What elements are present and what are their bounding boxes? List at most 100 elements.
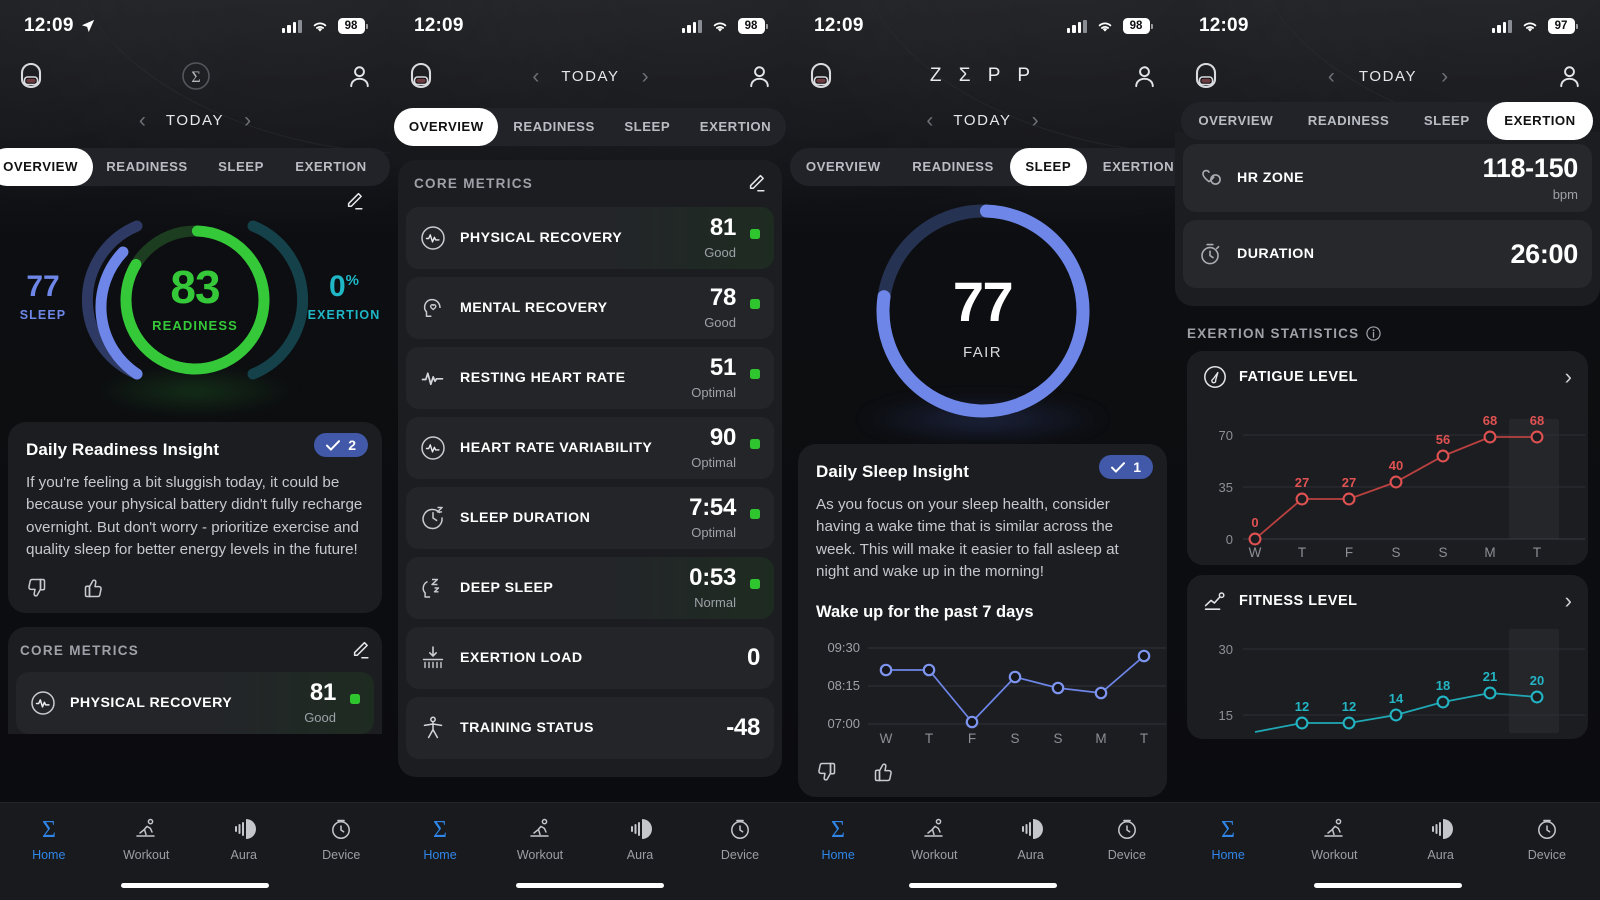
tab-readiness[interactable]: READINESS (1290, 102, 1406, 140)
sleep-side-stat[interactable]: 77 SLEEP (10, 272, 76, 323)
svg-text:M: M (1095, 731, 1106, 746)
nav-item-device[interactable]: Device (1079, 816, 1175, 862)
metric-row-sleep-duration[interactable]: SLEEP DURATION 7:54 Optimal (406, 487, 774, 549)
fatigue-level-card[interactable]: FATIGUE LEVEL › 70 35 0 0 27 27 40 56 68… (1187, 351, 1588, 565)
metric-row-exertion-load[interactable]: EXERTION LOAD 0 (406, 627, 774, 689)
status-clock-group: 12:09 (1199, 15, 1249, 37)
section-tabs: OVERVIEW READINESS SLEEP EXERTION (394, 108, 786, 146)
thumbs-down-icon[interactable] (816, 761, 838, 783)
nav-item-home[interactable]: Σ Home (390, 816, 490, 862)
core-metrics-section: CORE METRICS PHYSICAL RECOVERY 81 Good (8, 627, 382, 735)
current-date-label[interactable]: TODAY (953, 112, 1011, 129)
nav-item-aura[interactable]: Aura (590, 816, 690, 862)
exertion-load-icon (422, 646, 444, 669)
metric-row-physical-recovery[interactable]: PHYSICAL RECOVERY 81 Good (406, 207, 774, 269)
tab-sleep[interactable]: SLEEP (610, 108, 685, 146)
thumbs-up-icon[interactable] (82, 577, 104, 599)
nav-item-workout[interactable]: Workout (886, 816, 982, 862)
ring-battery-icon[interactable] (18, 62, 44, 90)
metric-row-training-status[interactable]: TRAINING STATUS -48 (406, 697, 774, 759)
tab-sleep[interactable]: SLEEP (1009, 148, 1087, 186)
tab-exertion[interactable]: EXERTION (685, 108, 786, 146)
nav-label: Aura (230, 848, 257, 862)
metric-row-mental-recovery[interactable]: MENTAL RECOVERY 78 Good (406, 277, 774, 339)
ring-battery-icon[interactable] (808, 62, 834, 90)
panel-sleep: 12:09 98 Z Σ P P ‹ TODAY › OVERVIEW READ… (790, 0, 1175, 900)
current-date-label[interactable]: TODAY (561, 68, 619, 85)
profile-icon[interactable] (747, 64, 772, 89)
edit-core-metrics-button[interactable] (351, 641, 370, 660)
check-icon (326, 439, 341, 451)
metric-row-heart-rate-variability[interactable]: HEART RATE VARIABILITY 90 Optimal (406, 417, 774, 479)
ytick-15: 15 (1219, 708, 1233, 723)
fatigue-card-chevron[interactable]: › (1565, 366, 1572, 388)
tab-readiness[interactable]: READINESS (93, 148, 201, 186)
ring-battery-icon[interactable] (1193, 62, 1219, 90)
insight-badge[interactable]: 1 (1099, 455, 1153, 479)
nav-item-home[interactable]: Σ Home (790, 816, 886, 862)
insight-badge[interactable]: 2 (314, 433, 368, 457)
nav-item-home[interactable]: Σ Home (1175, 816, 1281, 862)
edit-core-metrics-button[interactable] (747, 174, 766, 193)
tab-readiness[interactable]: READINESS (498, 108, 609, 146)
nav-item-workout[interactable]: Workout (1281, 816, 1387, 862)
tab-overview[interactable]: OVERVIEW (790, 148, 896, 186)
ring-battery-icon[interactable] (408, 62, 434, 90)
tab-exertion[interactable]: EXERTION (1486, 102, 1594, 140)
current-date-label[interactable]: TODAY (166, 112, 224, 129)
thumbs-down-icon[interactable] (26, 577, 48, 599)
exertion-side-stat[interactable]: 0% EXERTION (302, 272, 386, 323)
fitness-level-card[interactable]: FITNESS LEVEL › 30 15 12 12 14 18 21 20 (1187, 575, 1588, 739)
nav-item-aura[interactable]: Aura (195, 816, 293, 862)
watch-device-icon (1494, 816, 1600, 842)
tab-exertion[interactable]: EXERTION (1087, 148, 1175, 186)
profile-icon[interactable] (1132, 64, 1157, 89)
prev-day-button[interactable]: ‹ (926, 110, 933, 131)
fatigue-level-chart: 70 35 0 027 27 405668 68 W T F S S M T (1219, 413, 1585, 559)
exertion-summary-card: HR ZONE 118-150 bpm DURATION 26:00 (1175, 132, 1600, 306)
nav-item-device[interactable]: Device (293, 816, 391, 862)
fitness-card-chevron[interactable]: › (1565, 590, 1572, 612)
tab-sleep[interactable]: SLEEP (201, 148, 281, 186)
metric-row-physical-recovery[interactable]: PHYSICAL RECOVERY 81 Good (16, 672, 374, 735)
tab-overview[interactable]: OVERVIEW (0, 148, 93, 186)
metric-row-deep-sleep[interactable]: DEEP SLEEP 0:53 Normal (406, 557, 774, 619)
nav-item-workout[interactable]: Workout (490, 816, 590, 862)
fitness-data-labels: 12 12 14 18 21 20 (1295, 669, 1544, 714)
date-navigator: ‹ TODAY › (1328, 56, 1448, 96)
metric-row-resting-heart-rate[interactable]: RESTING HEART RATE 51 Optimal (406, 347, 774, 409)
tab-exertion[interactable]: EXERTION (281, 148, 381, 186)
nav-item-aura[interactable]: Aura (983, 816, 1079, 862)
nav-item-device[interactable]: Device (1494, 816, 1600, 862)
prev-day-button[interactable]: ‹ (139, 110, 146, 131)
profile-icon[interactable] (347, 64, 372, 89)
thumbs-up-icon[interactable] (872, 761, 894, 783)
edit-readiness-button[interactable] (345, 192, 364, 216)
current-date-label[interactable]: TODAY (1359, 68, 1417, 85)
status-indicators: 98 (681, 17, 768, 35)
tab-overview[interactable]: OVERVIEW (1181, 102, 1290, 140)
nav-item-workout[interactable]: Workout (98, 816, 196, 862)
nav-item-device[interactable]: Device (690, 816, 790, 862)
next-day-button[interactable]: › (244, 110, 251, 131)
metric-row-hr-zone[interactable]: HR ZONE 118-150 bpm (1183, 144, 1592, 212)
nav-item-home[interactable]: Σ Home (0, 816, 98, 862)
tab-readiness[interactable]: READINESS (896, 148, 1009, 186)
prev-day-button[interactable]: ‹ (532, 66, 539, 87)
metric-row-duration[interactable]: DURATION 26:00 (1183, 220, 1592, 288)
svg-text:18: 18 (1436, 678, 1450, 693)
next-day-button[interactable]: › (1441, 66, 1448, 87)
prev-day-button[interactable]: ‹ (1328, 66, 1335, 87)
tab-sleep[interactable]: SLEEP (1407, 102, 1487, 140)
nav-item-aura[interactable]: Aura (1388, 816, 1494, 862)
info-icon[interactable] (1366, 326, 1381, 341)
next-day-button[interactable]: › (1032, 110, 1039, 131)
svg-text:F: F (968, 731, 976, 746)
ytick-0700: 07:00 (827, 716, 860, 731)
tab-overview[interactable]: OVERVIEW (394, 108, 499, 146)
insight-feedback-row (816, 761, 1149, 783)
wakeup-line-chart-svg: 09:30 08:15 07:00 W T F S S M T (827, 640, 1166, 746)
watch-device-icon (1079, 816, 1175, 842)
next-day-button[interactable]: › (642, 66, 649, 87)
profile-icon[interactable] (1557, 64, 1582, 89)
